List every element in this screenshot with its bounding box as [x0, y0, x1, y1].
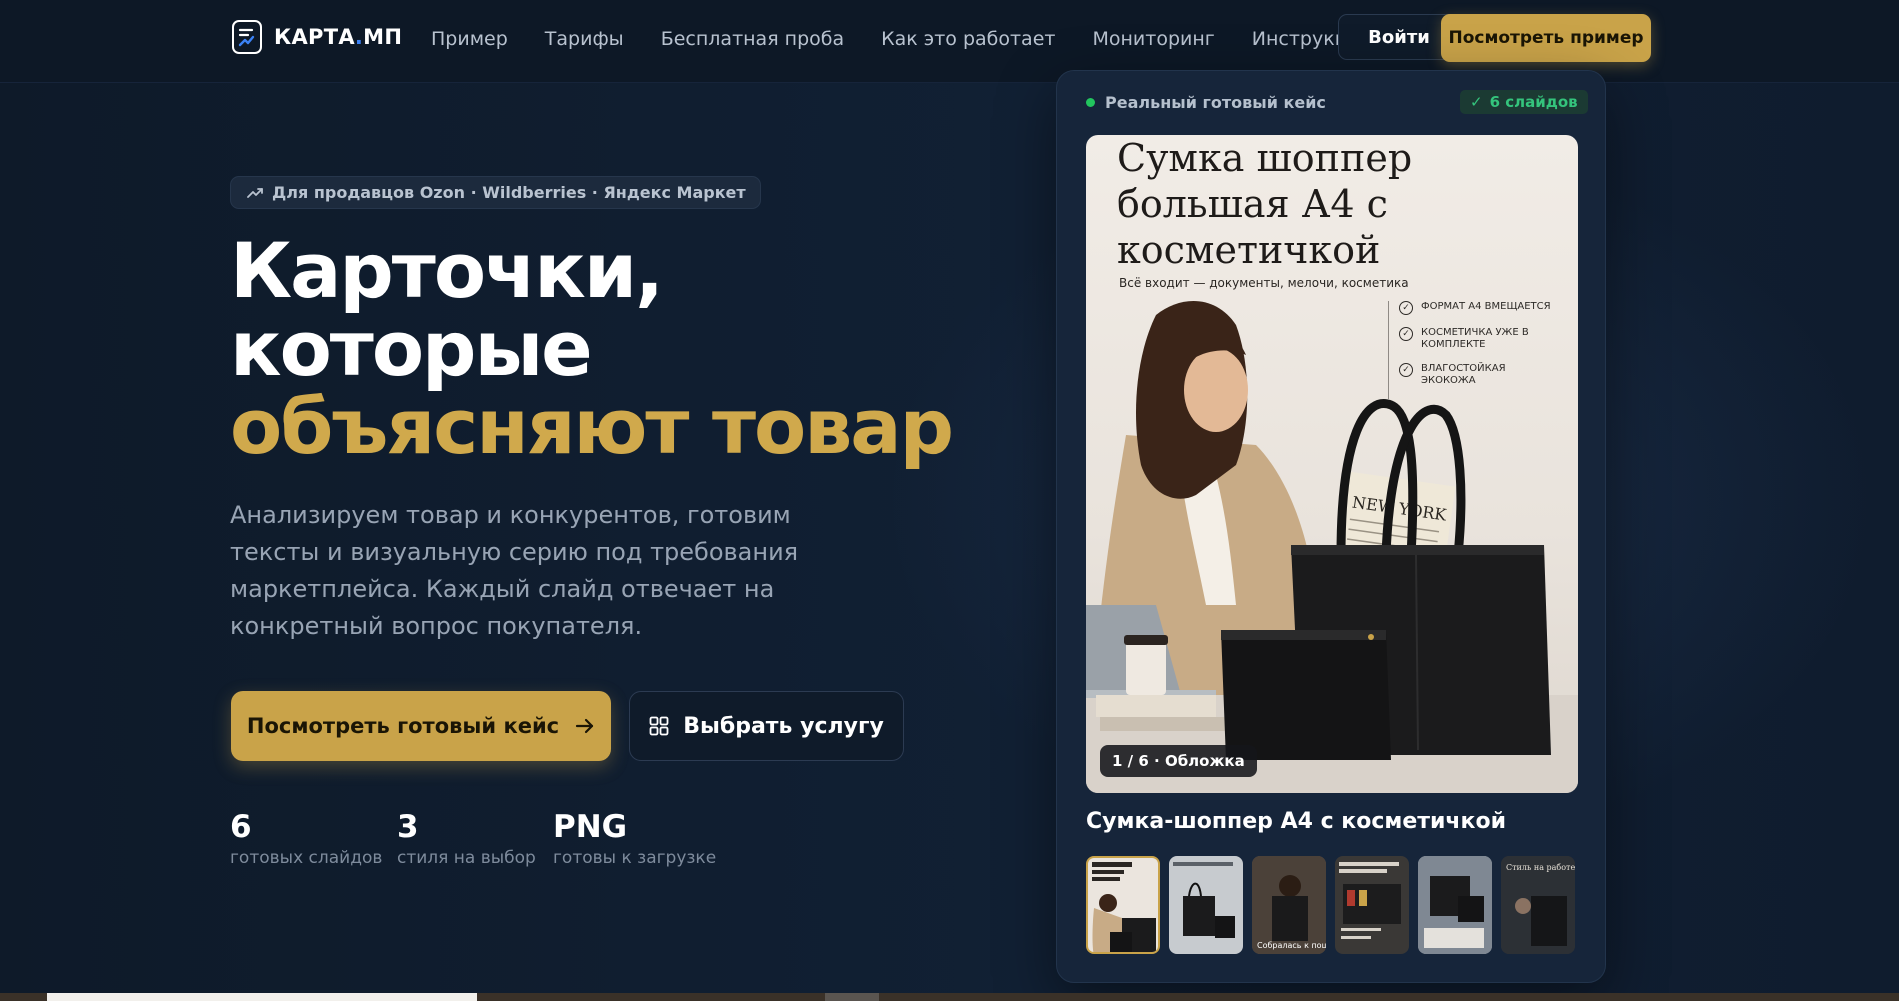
stat-label: готовы к загрузке — [553, 848, 717, 868]
stat-styles: 3 стиля на выбор — [397, 808, 536, 868]
slide-feature-item: ✓ КОСМЕТИЧКА УЖЕ В КОМПЛЕКТЕ — [1399, 327, 1559, 351]
view-example-button[interactable]: Посмотреть пример — [1441, 14, 1651, 62]
status-dot — [1086, 98, 1095, 107]
logo-text: КАРТА.МП — [274, 25, 403, 49]
thumbnail-6[interactable]: Стиль на работе — [1501, 856, 1575, 954]
view-case-button-label: Посмотреть готовый кейс — [246, 714, 560, 738]
slide-thumbnails: Собралась к пошле Стиль на работе — [1086, 856, 1575, 954]
thumbnail-5[interactable] — [1418, 856, 1492, 954]
nav-links: Пример Тарифы Бесплатная проба Как это р… — [431, 28, 1409, 50]
choose-service-button[interactable]: Выбрать услугу — [629, 691, 904, 761]
next-section-block — [47, 993, 477, 1001]
nav-link-pricing[interactable]: Тарифы — [545, 28, 624, 50]
slide-subtitle: Всё входит — документы, мелочи, косметик… — [1119, 276, 1409, 290]
arrow-right-icon — [576, 718, 594, 734]
nav-link-how-it-works[interactable]: Как это работает — [881, 28, 1055, 50]
next-section-peek — [0, 993, 1899, 1001]
logo[interactable]: КАРТА.МП — [232, 20, 402, 54]
nav-link-free-trial[interactable]: Бесплатная проба — [661, 28, 844, 50]
audience-pill-text: Для продавцов Ozon · Wildberries · Яндек… — [272, 183, 746, 202]
hero-description: Анализируем товар и конкурентов, готовим… — [230, 501, 799, 640]
case-preview-card: Реальный готовый кейс ✓ 6 слайдов NEW YO… — [1056, 70, 1606, 983]
next-section-block — [825, 993, 879, 1001]
slide-feature-list: ✓ ФОРМАТ А4 ВМЕЩАЕТСЯ ✓ КОСМЕТИЧКА УЖЕ В… — [1388, 301, 1559, 399]
stat-value: PNG — [553, 809, 628, 845]
slide-title: Сумка шоппер большая А4 с косметичкой — [1117, 136, 1413, 272]
hero-title-line-1: Карточки, — [230, 226, 664, 315]
thumbnail-4[interactable] — [1335, 856, 1409, 954]
check-circle-icon: ✓ — [1399, 363, 1413, 377]
hero-title: Карточки, которые объясняют товар — [230, 226, 954, 471]
view-case-button[interactable]: Посмотреть готовый кейс — [231, 691, 611, 761]
check-circle-icon: ✓ — [1399, 301, 1413, 315]
check-icon: ✓ — [1470, 93, 1483, 111]
slide-preview-image[interactable]: NEW YORK Сумка шоппер большая А4 с косме… — [1086, 135, 1578, 793]
stat-label: стиля на выбор — [397, 848, 536, 868]
top-navbar: КАРТА.МП Пример Тарифы Бесплатная проба … — [0, 0, 1899, 83]
stat-format: PNG готовы к загрузке — [553, 808, 716, 868]
hero-title-line-2: которые — [230, 304, 593, 393]
thumbnail-1[interactable] — [1086, 856, 1160, 954]
thumbnail-2[interactable] — [1169, 856, 1243, 954]
grid-icon — [649, 716, 669, 736]
case-label: Реальный готовый кейс — [1086, 93, 1326, 112]
product-title: Сумка-шоппер А4 с косметичкой — [1086, 809, 1506, 834]
case-label-text: Реальный готовый кейс — [1105, 93, 1326, 112]
slides-count-text: 6 слайдов — [1489, 93, 1578, 111]
check-circle-icon: ✓ — [1399, 327, 1413, 341]
thumbnail-caption: Стиль на работе — [1506, 863, 1575, 872]
slide-feature-item: ✓ ФОРМАТ А4 ВМЕЩАЕТСЯ — [1399, 301, 1559, 315]
nav-link-monitoring[interactable]: Мониторинг — [1092, 28, 1214, 50]
stat-label: готовых слайдов — [230, 848, 383, 868]
slides-count-badge: ✓ 6 слайдов — [1460, 90, 1588, 114]
nav-link-example[interactable]: Пример — [431, 28, 508, 50]
logo-icon — [232, 20, 262, 54]
stat-value: 3 — [397, 809, 419, 845]
slide-feature-item: ✓ ВЛАГОСТОЙКАЯ ЭКОКОЖА — [1399, 363, 1559, 387]
trending-up-icon — [247, 187, 263, 198]
thumbnail-caption: Собралась к пошле — [1257, 941, 1326, 950]
thumbnail-3[interactable]: Собралась к пошле — [1252, 856, 1326, 954]
hero-title-line-3: объясняют товар — [230, 382, 954, 471]
slide-counter-tag: 1 / 6 · Обложка — [1100, 745, 1257, 777]
stat-slides: 6 готовых слайдов — [230, 808, 382, 868]
audience-pill: Для продавцов Ozon · Wildberries · Яндек… — [230, 176, 761, 209]
choose-service-button-label: Выбрать услугу — [683, 713, 884, 739]
stat-value: 6 — [230, 809, 252, 845]
